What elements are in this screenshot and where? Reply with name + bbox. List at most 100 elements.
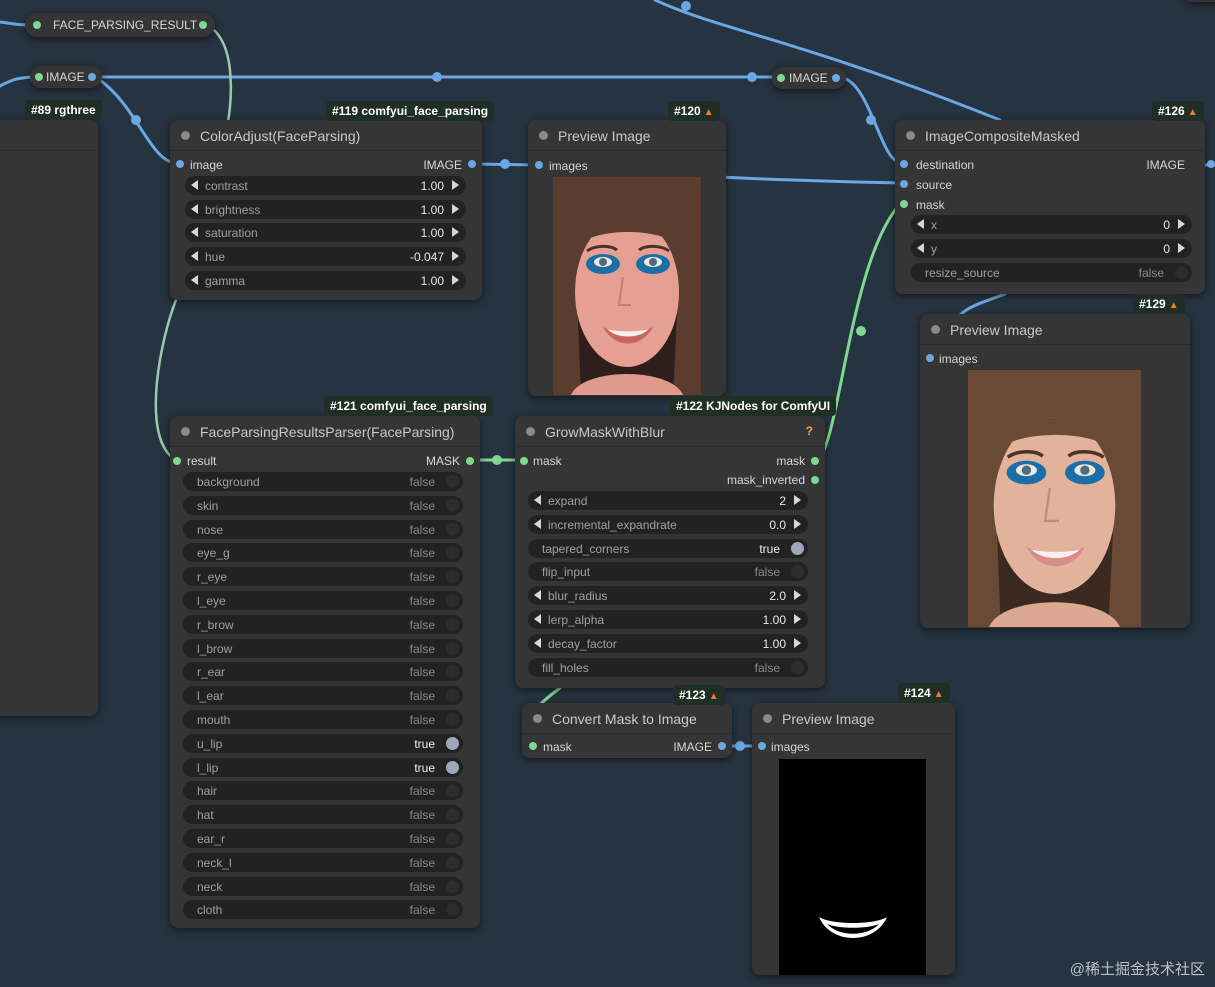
toggle-mouth[interactable]: mouth false [183, 710, 463, 729]
mask-output-dot[interactable] [811, 457, 819, 465]
composite-output-dot[interactable] [1207, 160, 1215, 168]
toggle-ear-r[interactable]: ear_r false [183, 829, 463, 848]
node-title[interactable]: Preview Image [782, 711, 875, 727]
increment-arrow-icon[interactable] [794, 495, 801, 505]
toggle-r-brow[interactable]: r_brow false [183, 614, 463, 634]
decrement-arrow-icon[interactable] [534, 590, 541, 601]
increment-arrow-icon[interactable] [452, 227, 459, 237]
toggle-neck[interactable]: neck false [183, 876, 463, 896]
y-widget[interactable]: y0 [911, 239, 1192, 258]
toggle-knob[interactable] [446, 713, 459, 726]
images-input-dot[interactable] [926, 354, 934, 362]
decrement-arrow-icon[interactable] [917, 243, 924, 253]
toggle-r-ear[interactable]: r_ear false [183, 662, 463, 682]
contrast-widget[interactable]: contrast 1.00 [185, 176, 466, 195]
increment-arrow-icon[interactable] [794, 518, 801, 529]
decrement-arrow-icon[interactable] [191, 251, 198, 261]
increment-arrow-icon[interactable] [452, 251, 459, 261]
reroute-face-parsing-result[interactable]: FACE_PARSING_RESULT [25, 13, 215, 37]
toggle-knob[interactable] [791, 541, 804, 555]
resize-source-toggle[interactable]: resize_source false [911, 263, 1192, 282]
offscreen-node[interactable] [1185, 0, 1215, 2]
mask-input-dot[interactable] [900, 200, 908, 208]
result-input-dot[interactable] [173, 457, 181, 465]
toggle-knob[interactable] [446, 570, 459, 584]
source-input-dot[interactable] [900, 180, 908, 188]
reroute-output-dot[interactable] [88, 73, 96, 81]
lerp-alpha-widget[interactable]: lerp_alpha 1.00 [528, 610, 808, 629]
gamma-widget[interactable]: gamma 1.00 [185, 271, 466, 290]
images-input-dot[interactable] [535, 161, 543, 169]
destination-input-dot[interactable] [900, 160, 908, 168]
image-output-dot[interactable] [718, 742, 726, 750]
toggle-u-lip[interactable]: u_lip true [183, 733, 463, 753]
toggle-knob[interactable] [446, 522, 459, 536]
toggle-r-eye[interactable]: r_eye false [183, 567, 463, 587]
toggle-knob[interactable] [446, 689, 459, 703]
node-title[interactable]: ImageCompositeMasked [925, 128, 1080, 144]
reroute-output-dot[interactable] [832, 74, 840, 82]
toggle-l-brow[interactable]: l_brow false [183, 638, 463, 658]
preview-image-node-120[interactable]: Preview Image images [528, 120, 726, 396]
toggle-knob[interactable] [446, 498, 459, 512]
node-title[interactable]: FaceParsingResultsParser(FaceParsing) [200, 424, 454, 440]
image-composite-masked-node[interactable]: ImageCompositeMasked destination IMAGE s… [895, 120, 1205, 294]
mask-input-dot[interactable] [520, 457, 528, 465]
toggle-knob[interactable] [446, 641, 459, 655]
toggle-cloth[interactable]: cloth false [183, 900, 463, 920]
saturation-widget[interactable]: saturation 1.00 [185, 223, 466, 242]
decrement-arrow-icon[interactable] [534, 495, 541, 505]
toggle-knob[interactable] [791, 660, 804, 674]
increment-arrow-icon[interactable] [794, 590, 801, 601]
toggle-l-eye[interactable]: l_eye false [183, 591, 463, 610]
toggle-knob[interactable] [446, 617, 459, 631]
decrement-arrow-icon[interactable] [191, 227, 198, 237]
increment-arrow-icon[interactable] [1178, 243, 1185, 253]
toggle-background[interactable]: background false [183, 472, 463, 491]
toggle-knob[interactable] [446, 903, 459, 917]
toggle-knob[interactable] [446, 879, 459, 893]
toggle-knob[interactable] [446, 736, 459, 750]
reroute-image-2[interactable]: IMAGE [772, 67, 846, 89]
tapered-corners-toggle[interactable]: tapered_corners true [528, 538, 808, 558]
rgthree-node[interactable] [0, 120, 98, 716]
increment-arrow-icon[interactable] [452, 275, 459, 285]
toggle-knob[interactable] [446, 760, 459, 774]
toggle-l-ear[interactable]: l_ear false [183, 686, 463, 706]
increment-arrow-icon[interactable] [452, 204, 459, 214]
increment-arrow-icon[interactable] [794, 614, 801, 624]
decrement-arrow-icon[interactable] [191, 180, 198, 190]
node-title[interactable]: GrowMaskWithBlur [545, 424, 665, 440]
toggle-l-lip[interactable]: l_lip true [183, 757, 463, 777]
incremental-expandrate-widget[interactable]: incremental_expandrate 0.0 [528, 514, 808, 534]
toggle-knob[interactable] [1175, 266, 1188, 279]
toggle-hat[interactable]: hat false [183, 805, 463, 825]
reroute-input-dot[interactable] [35, 73, 43, 81]
grow-mask-with-blur-node[interactable]: GrowMaskWithBlur ? mask mask mask_invert… [515, 416, 825, 688]
node-title[interactable]: Preview Image [558, 128, 651, 144]
toggle-hair[interactable]: hair false [183, 781, 463, 801]
preview-image-node-129[interactable]: Preview Image images [920, 314, 1190, 628]
decrement-arrow-icon[interactable] [191, 275, 198, 285]
mask-inverted-output-dot[interactable] [811, 476, 819, 484]
reroute-input-dot[interactable] [33, 21, 41, 29]
toggle-neck-l[interactable]: neck_l false [183, 852, 463, 872]
toggle-knob[interactable] [791, 565, 804, 579]
image-input-dot[interactable] [176, 160, 184, 168]
node-title[interactable]: Preview Image [950, 322, 1043, 338]
toggle-knob[interactable] [446, 832, 459, 845]
toggle-nose[interactable]: nose false [183, 519, 463, 539]
toggle-skin[interactable]: skin false [183, 495, 463, 515]
toggle-knob[interactable] [446, 475, 459, 488]
fill-holes-toggle[interactable]: fill_holes false [528, 657, 808, 677]
increment-arrow-icon[interactable] [1178, 219, 1185, 229]
face-parsing-results-parser-node[interactable]: FaceParsingResultsParser(FaceParsing) re… [170, 416, 480, 928]
images-input-dot[interactable] [758, 742, 766, 750]
toggle-knob[interactable] [446, 855, 459, 869]
decrement-arrow-icon[interactable] [917, 219, 924, 229]
decrement-arrow-icon[interactable] [534, 614, 541, 624]
node-title[interactable]: Convert Mask to Image [552, 711, 697, 727]
mask-input-dot[interactable] [529, 742, 537, 750]
toggle-eye-g[interactable]: eye_g false [183, 543, 463, 563]
mask-output-dot[interactable] [466, 457, 474, 465]
